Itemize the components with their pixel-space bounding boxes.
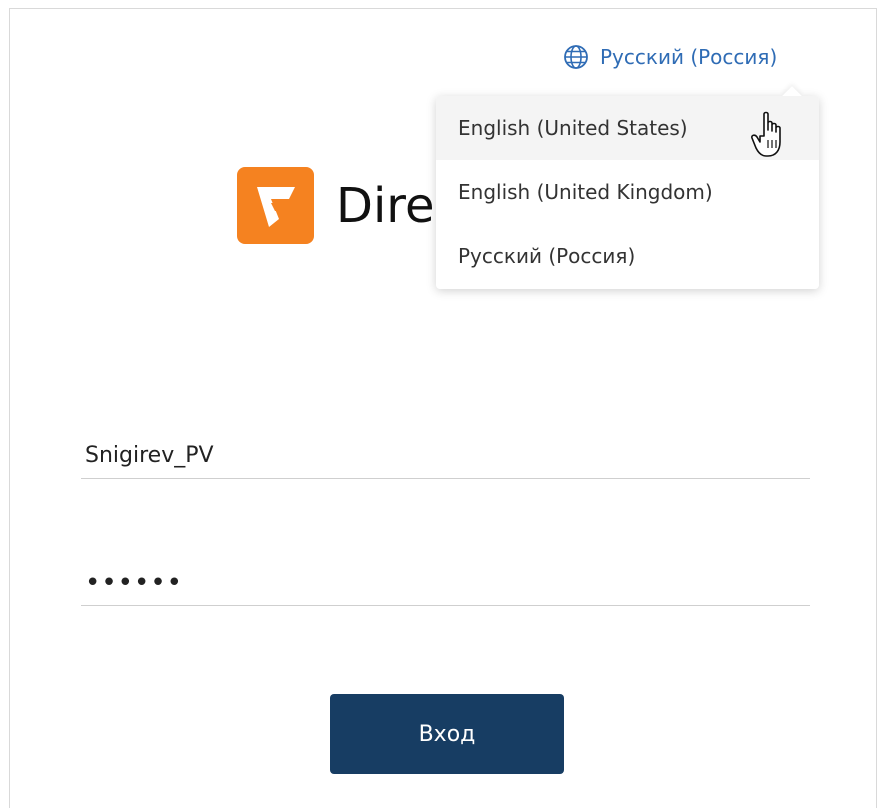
language-option-ru[interactable]: Русский (Россия) <box>436 224 819 288</box>
language-selector-label[interactable]: Русский (Россия) <box>600 45 777 69</box>
language-selector[interactable]: Русский (Россия) <box>562 42 777 72</box>
password-input[interactable] <box>81 560 810 606</box>
hand-cursor-icon <box>751 111 781 157</box>
language-option-en-gb[interactable]: English (United Kingdom) <box>436 160 819 224</box>
username-input[interactable] <box>81 433 810 479</box>
globe-icon <box>562 43 590 71</box>
directum-logo-icon <box>237 167 314 244</box>
logo-text: Dire <box>336 178 435 234</box>
login-button[interactable]: Вход <box>330 694 564 774</box>
